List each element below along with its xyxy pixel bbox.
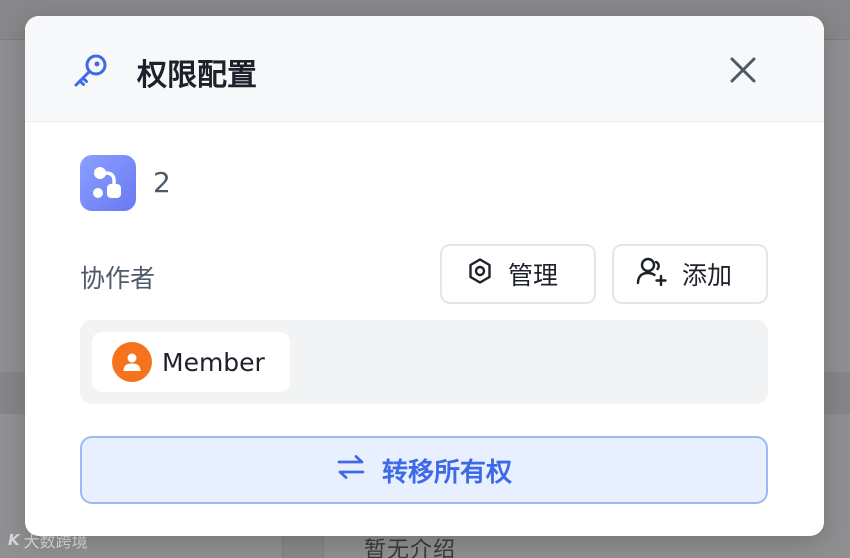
- modal-title: 权限配置: [137, 58, 257, 93]
- add-collaborator-button[interactable]: 添加: [612, 244, 768, 304]
- key-icon: [72, 52, 110, 90]
- transfer-button-label: 转移所有权: [381, 457, 512, 488]
- member-name: Member: [162, 347, 265, 377]
- gear-icon: [466, 257, 494, 291]
- member-chip[interactable]: Member: [92, 332, 290, 392]
- user-avatar-icon: [112, 342, 152, 382]
- transfer-ownership-button[interactable]: 转移所有权: [80, 436, 768, 504]
- app-flow-icon: [80, 155, 136, 211]
- add-button-label: 添加: [682, 261, 733, 290]
- close-icon[interactable]: [725, 52, 761, 88]
- modal-header: 权限配置: [25, 16, 824, 122]
- permission-config-modal: 权限配置 2 协作者 管理 添加 Member 转移所有权: [25, 16, 824, 536]
- member-count: 2: [153, 166, 171, 199]
- swap-arrows-icon: [336, 454, 366, 487]
- user-add-icon: [636, 256, 668, 292]
- manage-button[interactable]: 管理: [440, 244, 596, 304]
- collaborator-list: Member: [80, 320, 768, 404]
- manage-button-label: 管理: [508, 261, 559, 290]
- collaborators-label: 协作者: [80, 264, 156, 293]
- watermark-logo-icon: K: [8, 531, 20, 549]
